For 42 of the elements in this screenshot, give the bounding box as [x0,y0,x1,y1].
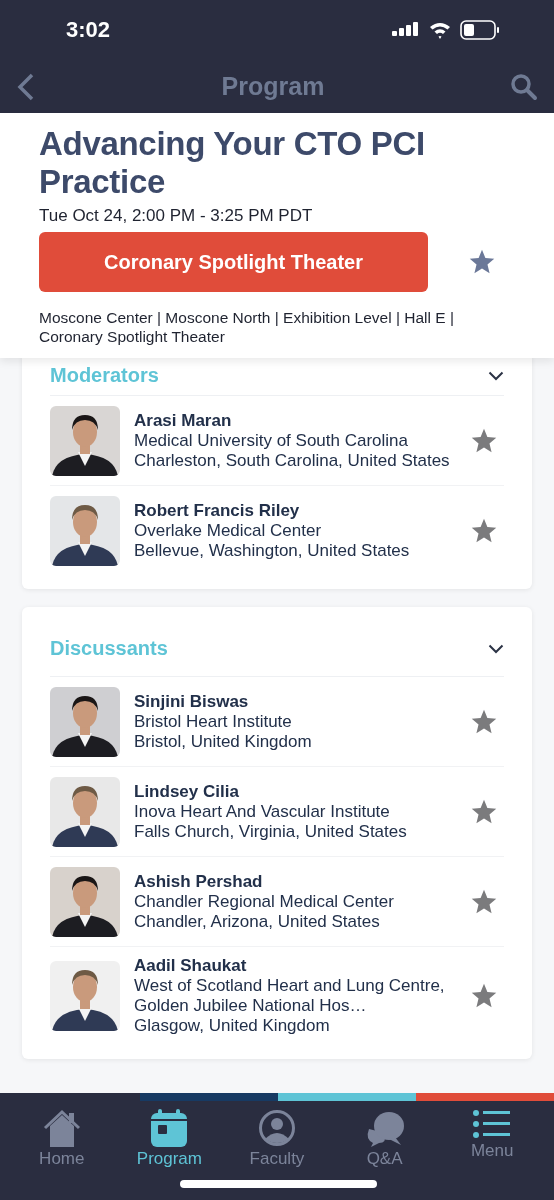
calendar-icon [149,1109,190,1147]
tab[interactable]: Q&A [339,1109,430,1169]
chevron-down-icon[interactable] [488,370,504,381]
signal-icon [392,21,420,39]
person-location: Glasgow, United Kingdom [134,1016,331,1036]
session-location: Moscone Center | Moscone North | Exhibition Level | Hall E | Coronary Spotlight Theater [39,308,455,346]
house-icon [41,1109,82,1147]
tab[interactable]: Program [124,1109,215,1169]
track-button[interactable]: Coronary Spotlight Theater [39,232,428,292]
session-title: Advancing Your CTO PCI Practice [39,125,426,201]
person-organization: Chandler Regional Medical Center [134,891,395,912]
person-name[interactable]: Ashish Pershad [134,871,456,892]
wifi-icon [428,21,452,39]
person-organization: Medical University of South Carolina [134,430,409,451]
tab[interactable]: Home [16,1109,107,1169]
person-location: Bellevue, Washington, United States [134,540,411,561]
person-location: Charleston, South Carolina, United States [134,450,451,471]
person-location: Falls Church, Virginia, United States [134,821,408,842]
person-name[interactable]: Arasi Maran [134,410,456,431]
person-name[interactable]: Lindsey Cilia [134,781,456,802]
person-organization: Inova Heart And Vascular Institute [134,801,391,822]
chevron-down-icon[interactable] [488,643,504,654]
star-icon[interactable] [468,248,496,276]
person-name[interactable]: Sinjini Biswas [134,691,456,712]
person-organization: Bristol Heart Institute [134,711,293,732]
person-name[interactable]: Robert Francis Riley [134,500,456,521]
person-name[interactable]: Aadil Shaukat [134,956,456,976]
search-icon[interactable] [510,72,538,101]
person-circle-icon [258,1109,296,1147]
battery-icon [460,20,500,40]
person-location: Bristol, United Kingdom [134,731,313,752]
back-icon[interactable] [16,71,36,102]
status-time: 3:02 [66,17,111,43]
list-icon [473,1109,512,1139]
screen-title: Program [221,72,325,101]
session-time: Tue Oct 24, 2:00 PM - 3:25 PM PDT [39,206,314,226]
star-icon[interactable] [470,982,498,1010]
person-location: Chandler, Arizona, United States [134,911,381,932]
tab[interactable]: Faculty [232,1109,322,1169]
person-organization: West of Scotland Heart and Lung Centre, Golden Jubilee National Hos… [134,976,446,1016]
person-organization: Overlake Medical Center [134,520,323,541]
tab[interactable]: Menu [447,1109,538,1169]
